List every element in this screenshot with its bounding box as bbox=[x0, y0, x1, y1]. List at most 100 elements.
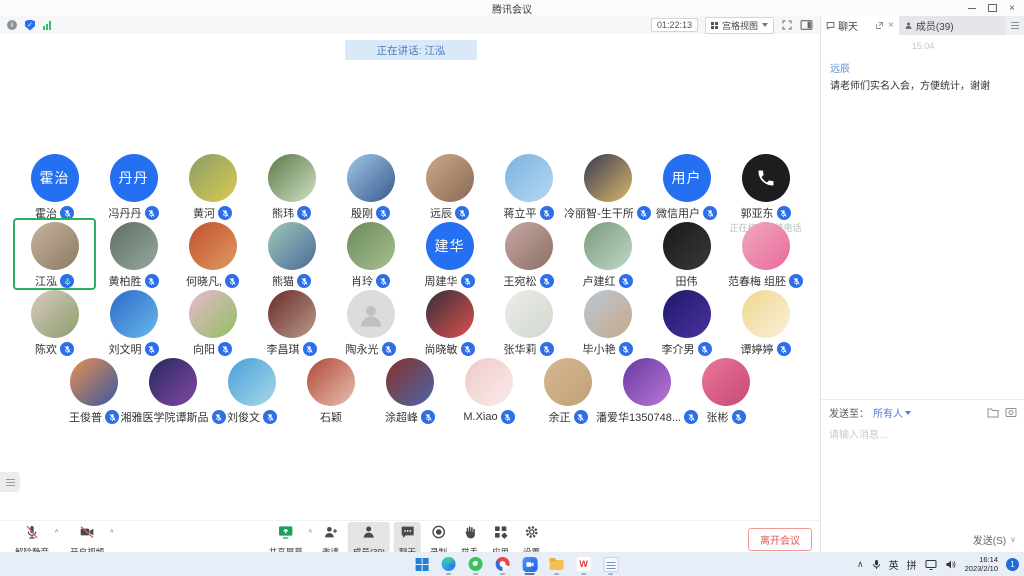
chat-messages: 15:04 远辰 请老师们实名入会，方便统计，谢谢 bbox=[821, 35, 1024, 399]
participant-tile[interactable]: 张华莉 bbox=[489, 288, 568, 356]
participant-tile[interactable]: 刘文明 bbox=[94, 288, 173, 356]
mic-muted-icon bbox=[540, 206, 554, 220]
participant-tile[interactable]: 张彬 bbox=[687, 356, 766, 424]
mic-muted-icon bbox=[297, 274, 311, 288]
participant-tile[interactable]: 潘爱华1350748... bbox=[608, 356, 687, 424]
gear-icon bbox=[524, 524, 540, 545]
mic-muted-icon bbox=[60, 206, 74, 220]
participant-tile[interactable]: 黄河 bbox=[173, 152, 252, 220]
participant-tile[interactable]: 何晓凡, bbox=[173, 220, 252, 288]
participant-tile[interactable]: 陶永光 bbox=[331, 288, 410, 356]
participant-name: 陶永光 bbox=[346, 341, 379, 357]
mic-muted-icon bbox=[145, 342, 159, 356]
participant-tile[interactable]: 用户微信用户 bbox=[647, 152, 726, 220]
popout-icon[interactable] bbox=[875, 21, 884, 30]
ime-english-indicator[interactable]: 英 bbox=[889, 557, 899, 572]
chat-input[interactable]: 请输入消息... bbox=[821, 422, 1024, 527]
participant-tile[interactable]: 蒋立平 bbox=[489, 152, 568, 220]
layout-icon[interactable] bbox=[800, 19, 813, 31]
participant-tile[interactable]: 肖玲 bbox=[331, 220, 410, 288]
participant-tile[interactable]: 黄柏胜 bbox=[94, 220, 173, 288]
participant-tile[interactable]: 霍治霍治 bbox=[15, 152, 94, 220]
send-button[interactable]: 发送(S) bbox=[973, 532, 1006, 547]
participant-name: M.Xiao bbox=[463, 411, 497, 423]
participant-tile[interactable]: 毕小艳 bbox=[568, 288, 647, 356]
taskbar-icon-edge[interactable] bbox=[441, 556, 457, 572]
minimize-button[interactable] bbox=[962, 0, 982, 16]
participant-name: 郭亚东 bbox=[741, 205, 774, 221]
view-mode-selector[interactable]: 宫格视图 bbox=[705, 17, 774, 34]
participant-tile[interactable]: 熊玮 bbox=[252, 152, 331, 220]
participant-name: 向阳 bbox=[193, 341, 215, 357]
send-options-icon[interactable]: ∨ bbox=[1010, 535, 1016, 544]
participant-tile[interactable]: 石颖 bbox=[292, 356, 371, 424]
chat-sender[interactable]: 远辰 bbox=[830, 60, 1016, 75]
panel-menu-icon[interactable] bbox=[1004, 16, 1024, 35]
participant-avatar bbox=[189, 290, 237, 338]
cast-icon[interactable] bbox=[925, 559, 937, 570]
share-screen-icon bbox=[278, 524, 294, 545]
participant-tile[interactable]: 李昌琪 bbox=[252, 288, 331, 356]
participant-tile[interactable]: 卢建红 bbox=[568, 220, 647, 288]
send-to-value: 所有人 bbox=[873, 405, 903, 420]
taskbar-icon-green-app[interactable] bbox=[468, 556, 484, 572]
participant-tile[interactable]: 江泓 bbox=[15, 220, 94, 288]
taskbar-icon-wps[interactable]: W bbox=[576, 556, 592, 572]
chevron-up-icon[interactable]: ∧ bbox=[109, 528, 114, 534]
participant-name: 远辰 bbox=[430, 205, 452, 221]
tray-mic-icon[interactable] bbox=[872, 559, 881, 570]
taskbar-icon-meeting[interactable] bbox=[522, 556, 538, 572]
mic-muted-icon bbox=[540, 342, 554, 356]
participant-tile[interactable]: 田伟 bbox=[647, 220, 726, 288]
participant-tile[interactable]: 谭婷婷 bbox=[726, 288, 805, 356]
shield-icon[interactable]: ✓ bbox=[25, 20, 35, 31]
participant-tile[interactable]: 陈欢 bbox=[15, 288, 94, 356]
participant-tile[interactable]: 湘雅医学院谭斯品 bbox=[134, 356, 213, 424]
mic-muted-icon bbox=[105, 410, 119, 424]
taskbar-icon-explorer[interactable] bbox=[549, 556, 565, 572]
taskbar-icon-notes[interactable] bbox=[603, 556, 619, 572]
participant-tile[interactable]: 丹丹冯丹丹 bbox=[94, 152, 173, 220]
participant-tile[interactable]: 向阳 bbox=[173, 288, 252, 356]
mic-muted-icon bbox=[698, 342, 712, 356]
participant-tile[interactable]: 王宛松 bbox=[489, 220, 568, 288]
send-to-selector[interactable]: 所有人 bbox=[873, 405, 911, 420]
participant-tile[interactable]: 尚晓敏 bbox=[410, 288, 489, 356]
participant-tile[interactable]: 涂超峰 bbox=[371, 356, 450, 424]
participant-tile[interactable]: M.Xiao bbox=[450, 356, 529, 424]
mic-muted-icon bbox=[225, 274, 239, 288]
ime-pinyin-indicator[interactable]: 拼 bbox=[907, 557, 917, 572]
chevron-up-icon[interactable]: ∧ bbox=[308, 528, 313, 534]
tab-chat[interactable]: 聊天 × bbox=[821, 16, 899, 35]
participant-tile[interactable]: 冷丽智-生干所 bbox=[568, 152, 647, 220]
member-icon bbox=[904, 21, 913, 30]
participant-tile[interactable]: 熊猫 bbox=[252, 220, 331, 288]
participant-tile[interactable]: 建华周建华 bbox=[410, 220, 489, 288]
participant-tile[interactable]: 刘俊文 bbox=[213, 356, 292, 424]
folder-icon[interactable] bbox=[987, 407, 999, 418]
chevron-up-icon[interactable]: ∧ bbox=[54, 528, 59, 534]
close-chat-icon[interactable]: × bbox=[888, 20, 894, 31]
participant-tile[interactable]: 远辰 bbox=[410, 152, 489, 220]
close-button[interactable]: × bbox=[1002, 0, 1022, 16]
participant-tile[interactable]: 郭亚东正在接听系统电话 bbox=[726, 152, 805, 220]
participant-tile[interactable]: 范春梅 组胚 bbox=[726, 220, 805, 288]
info-icon[interactable]: i bbox=[7, 20, 17, 30]
taskbar-icon-windows[interactable] bbox=[414, 556, 430, 572]
tray-chevron-icon[interactable]: ∧ bbox=[857, 559, 864, 570]
notification-badge[interactable]: 1 bbox=[1006, 558, 1019, 571]
side-flap-handle[interactable] bbox=[0, 472, 20, 492]
send-to-label: 发送至： bbox=[829, 405, 869, 420]
tab-members[interactable]: 成员(39) bbox=[899, 16, 1004, 35]
running-indicator bbox=[608, 573, 613, 575]
screenshot-icon[interactable] bbox=[1005, 407, 1017, 418]
participant-tile[interactable]: 殷刚 bbox=[331, 152, 410, 220]
participant-tile[interactable]: 李介男 bbox=[647, 288, 726, 356]
participant-name: 殷刚 bbox=[351, 205, 373, 221]
fullscreen-icon[interactable] bbox=[781, 19, 793, 31]
taskbar-clock[interactable]: 16:14 2023/2/10 bbox=[965, 555, 998, 574]
taskbar-icon-docs-app[interactable] bbox=[495, 556, 511, 572]
maximize-button[interactable] bbox=[982, 0, 1002, 16]
volume-icon[interactable] bbox=[945, 559, 957, 570]
leave-meeting-button[interactable]: 离开会议 bbox=[748, 528, 812, 551]
